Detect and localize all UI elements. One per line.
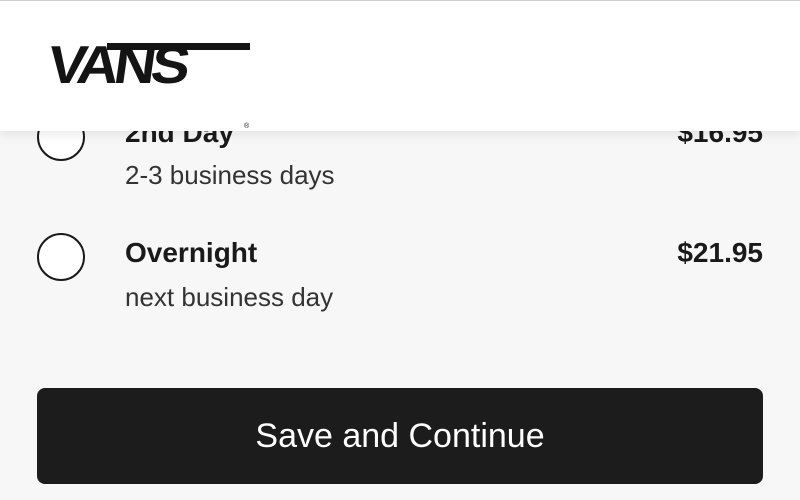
logo-wordmark: VANS	[44, 35, 190, 96]
site-header: VANS ®	[0, 0, 800, 131]
option-description: 2-3 business days	[125, 160, 335, 190]
logo-registered-mark: ®	[244, 123, 250, 130]
option-title: Overnight	[125, 237, 258, 268]
option-price: $21.95	[677, 237, 763, 268]
vans-logo[interactable]: VANS ®	[44, 35, 250, 130]
option-description: next business day	[125, 282, 334, 312]
radio-button-overnight[interactable]	[37, 233, 85, 281]
